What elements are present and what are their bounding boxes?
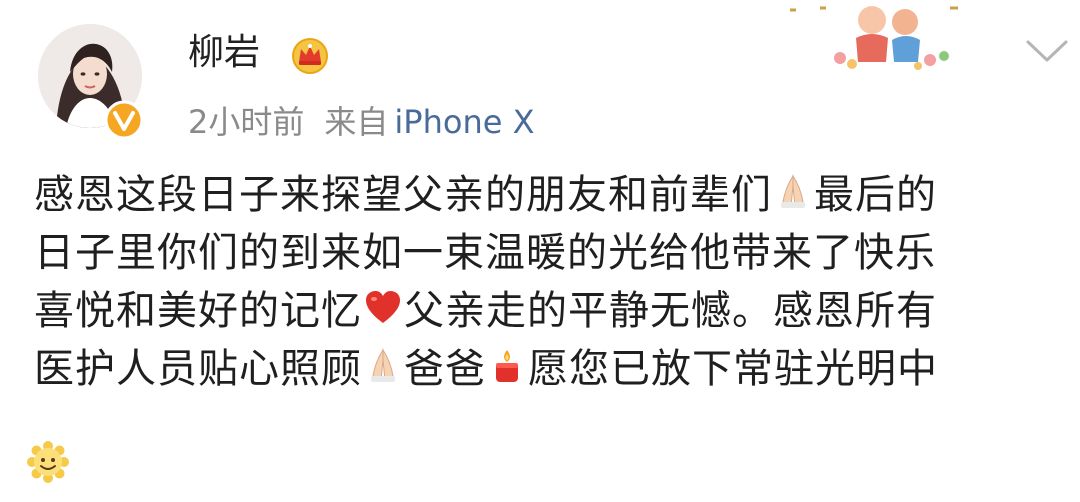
username[interactable]: 柳岩 <box>188 30 260 76</box>
candle-icon <box>496 350 518 382</box>
folded-hands-icon <box>781 174 805 208</box>
post-line-4: 医护人员贴心照顾 爸爸 愿您已放下常驻光明中 <box>34 340 1054 398</box>
post-text: 最后的 <box>814 172 937 218</box>
post-text: 医护人员贴心照顾 <box>34 346 362 392</box>
chevron-down-icon[interactable] <box>1024 38 1070 64</box>
source-device-link[interactable]: iPhone X <box>394 103 534 141</box>
folded-hands-icon <box>371 348 395 382</box>
smile-icon <box>27 441 69 483</box>
post-text: 愿您已放下常驻光明中 <box>528 346 938 392</box>
post-text: 爸爸 <box>404 346 486 392</box>
post-time: 2小时前 <box>188 103 305 141</box>
verified-v-icon <box>104 100 144 140</box>
post-text: 感恩这段日子来探望父亲的朋友和前辈们 <box>34 172 772 218</box>
weibo-post-card: 柳岩 2小时前 来自 iPhone X 感恩这段日子来探望父亲的朋友和前辈们 最… <box>0 0 1080 502</box>
source-label: 来自 <box>324 103 389 141</box>
post-text: 日子里你们的到来如一束温暖的光给他带来了快乐 <box>34 230 936 276</box>
heart-icon <box>366 291 400 323</box>
post-line-1: 感恩这段日子来探望父亲的朋友和前辈们 最后的 <box>34 166 1054 224</box>
post-body: 感恩这段日子来探望父亲的朋友和前辈们 最后的 日子里你们的到来如一束温暖的光给他… <box>34 166 1054 398</box>
post-text: 父亲走的平静无憾。感恩所有 <box>404 288 937 334</box>
crown-icon[interactable] <box>290 36 330 74</box>
post-text: 喜悦和美好的记忆 <box>34 288 362 334</box>
post-line-3: 喜悦和美好的记忆 父亲走的平静无憾。感恩所有 <box>34 282 1054 340</box>
decorative-banner-illustration <box>760 0 990 72</box>
post-meta: 2小时前 来自 iPhone X <box>188 100 535 144</box>
post-line-2: 日子里你们的到来如一束温暖的光给他带来了快乐 <box>34 224 1054 282</box>
